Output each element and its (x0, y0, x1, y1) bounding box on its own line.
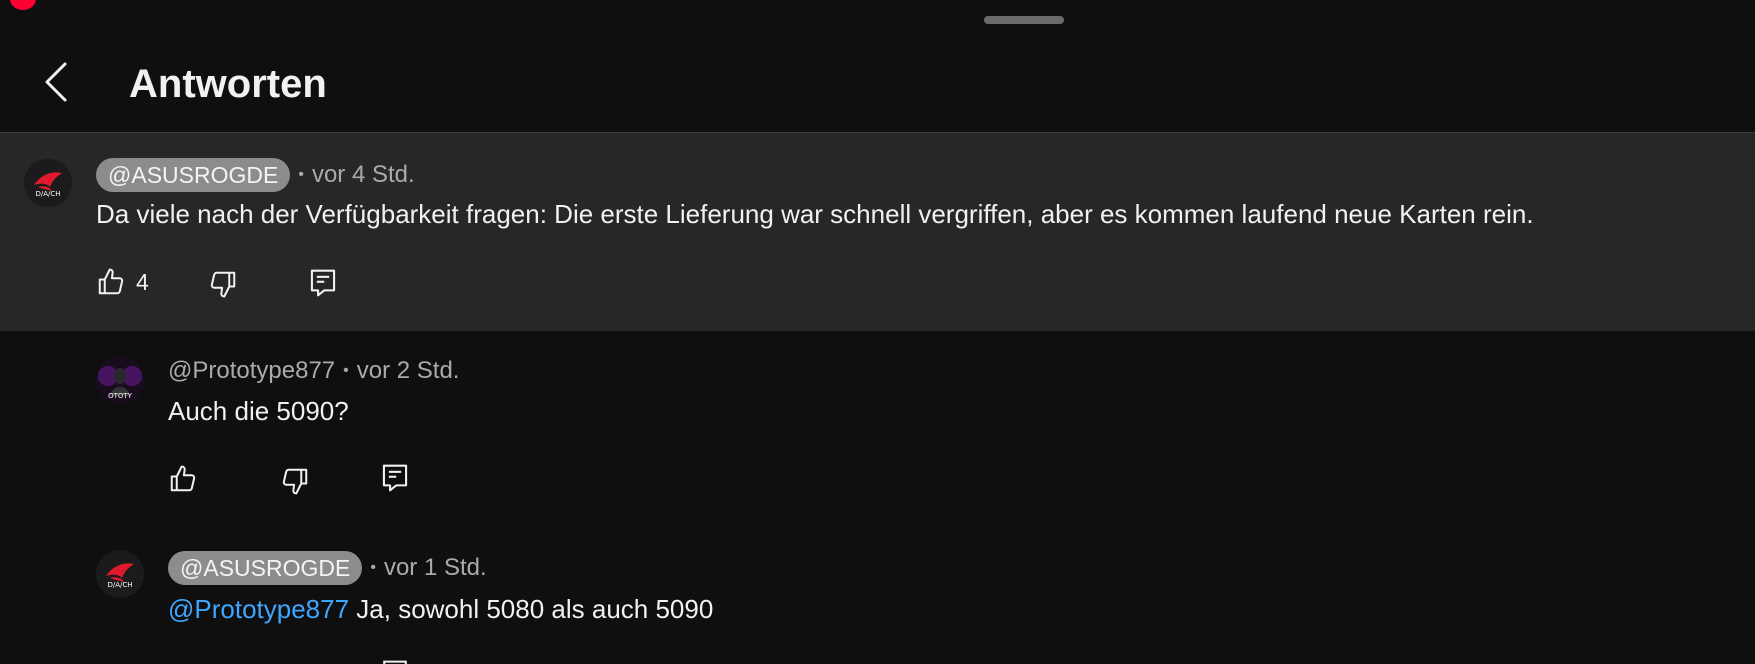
comment-time: vor 2 Std. (356, 357, 460, 384)
page-title: Antworten (129, 62, 327, 106)
channel-handle-badge[interactable]: @ASUSROGDE (168, 551, 363, 585)
reply-icon (383, 660, 407, 664)
back-button[interactable] (36, 58, 76, 106)
thumbs-up-icon (170, 465, 196, 492)
comment-meta: @ASUSROGDE • vor 4 Std. (96, 158, 415, 192)
separator-dot: • (370, 559, 376, 576)
thumbs-down-icon (282, 468, 308, 495)
rog-logo-icon (96, 550, 144, 598)
comment-time: vor 4 Std. (311, 161, 415, 188)
thumbs-down-icon (210, 271, 236, 298)
thumbs-up-icon (98, 268, 124, 295)
avatar[interactable]: D/A/CH (24, 159, 72, 207)
comment-text: @Prototype877 Ja, sowohl 5080 als auch 5… (168, 592, 713, 626)
record-indicator (10, 0, 36, 10)
reply-icon (382, 464, 408, 492)
user-handle[interactable]: @Prototype877 (168, 357, 335, 385)
reply-button[interactable] (380, 462, 410, 494)
reply-button[interactable] (380, 658, 410, 664)
comment-text: Da viele nach der Verfügbarkeit fragen: … (96, 199, 1534, 229)
avatar-label: OTOTY (108, 392, 132, 400)
separator-dot: • (343, 362, 349, 379)
avatar-label: D/A/CH (107, 581, 133, 589)
avatar-label: D/A/CH (35, 190, 61, 198)
comment-text: Auch die 5090? (168, 396, 349, 426)
separator-dot: • (298, 166, 304, 183)
reply-button[interactable] (308, 267, 338, 299)
comment-body: Ja, sowohl 5080 als auch 5090 (349, 594, 714, 624)
like-button[interactable] (168, 464, 198, 494)
comment-meta: @ASUSROGDE • vor 1 Std. (168, 551, 487, 585)
drag-handle[interactable] (984, 16, 1064, 24)
panel-header: Antworten (0, 30, 1755, 133)
replies-panel: Antworten D/A/CH @ASUSROGDE • vor 4 Std.… (0, 0, 1755, 664)
rog-logo-icon (24, 159, 72, 207)
avatar[interactable]: OTOTY (96, 356, 144, 404)
like-button[interactable]: 4 (96, 267, 149, 297)
channel-handle-badge[interactable]: @ASUSROGDE (96, 158, 291, 192)
like-count: 4 (136, 268, 149, 295)
dislike-button[interactable] (280, 466, 310, 496)
dislike-button[interactable] (208, 269, 238, 299)
comment-time: vor 1 Std. (383, 554, 487, 581)
avatar[interactable]: D/A/CH (96, 550, 144, 598)
comment-meta: @Prototype877 • vor 2 Std. (168, 354, 459, 388)
reply-icon (310, 269, 336, 297)
highlighted-comment: D/A/CH @ASUSROGDE • vor 4 Std. Da viele … (0, 133, 1755, 331)
mention-link[interactable]: @Prototype877 (168, 594, 349, 624)
chevron-left-icon (45, 62, 67, 102)
